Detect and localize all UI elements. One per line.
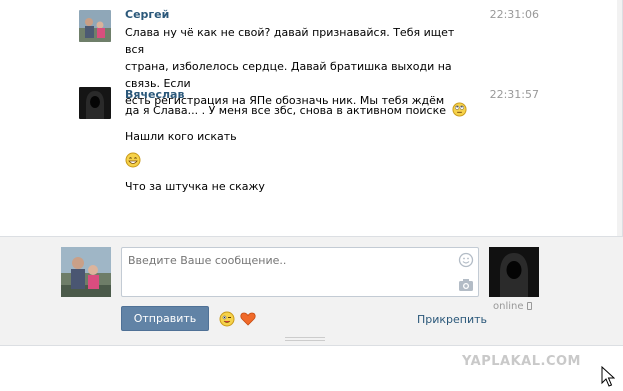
- message-line-text: да я Слава... . У меня все збс, снова в …: [125, 104, 446, 117]
- message-line: да я Слава... . У меня все збс, снова в …: [125, 102, 485, 119]
- message-history: Сергей 22:31:06 Слава ну чё как не свой?…: [0, 0, 623, 236]
- scrollbar[interactable]: [617, 0, 622, 236]
- message-line: Слава ну чё как не свой? давай признавай…: [125, 26, 455, 56]
- attach-link[interactable]: Прикрепить: [417, 313, 487, 326]
- message-time: 22:31:06: [489, 8, 539, 21]
- message-item: Сергей 22:31:06 Слава ну чё как не свой?…: [79, 8, 619, 107]
- mouse-cursor-icon: [601, 366, 615, 387]
- smile-icon[interactable]: [458, 252, 474, 268]
- resize-handle[interactable]: [285, 337, 325, 341]
- watermark: YAPLAKAL.COM: [462, 354, 581, 369]
- message-line: Что за штучка не скажу: [125, 180, 265, 193]
- wink-emoji-icon[interactable]: [219, 311, 235, 327]
- message-input-box[interactable]: [121, 247, 479, 297]
- message-author[interactable]: Сергей: [125, 8, 169, 21]
- heart-icon[interactable]: [240, 311, 256, 326]
- avatar[interactable]: [79, 87, 111, 119]
- grin-emoji-icon: [125, 152, 141, 168]
- eyeroll-emoji-icon: [451, 102, 467, 117]
- message-time: 22:31:57: [489, 88, 539, 101]
- message-input[interactable]: [128, 254, 448, 267]
- send-button[interactable]: Отправить: [121, 306, 209, 331]
- message-item: Вячеслав 22:31:57 да я Слава... . У меня…: [79, 87, 619, 207]
- avatar[interactable]: [79, 10, 111, 42]
- mobile-phone-icon: [527, 302, 532, 310]
- my-avatar[interactable]: [61, 247, 111, 297]
- message-line: Нашли кого искать: [125, 130, 237, 143]
- peer-online-status: online: [493, 301, 524, 312]
- message-composer: Отправить Прикрепить online: [0, 236, 623, 346]
- message-author[interactable]: Вячеслав: [125, 88, 184, 101]
- peer-avatar[interactable]: [489, 247, 539, 297]
- message-line: [125, 152, 485, 169]
- message-text: да я Слава... . У меня все збс, снова в …: [125, 102, 485, 195]
- camera-icon[interactable]: [458, 278, 474, 292]
